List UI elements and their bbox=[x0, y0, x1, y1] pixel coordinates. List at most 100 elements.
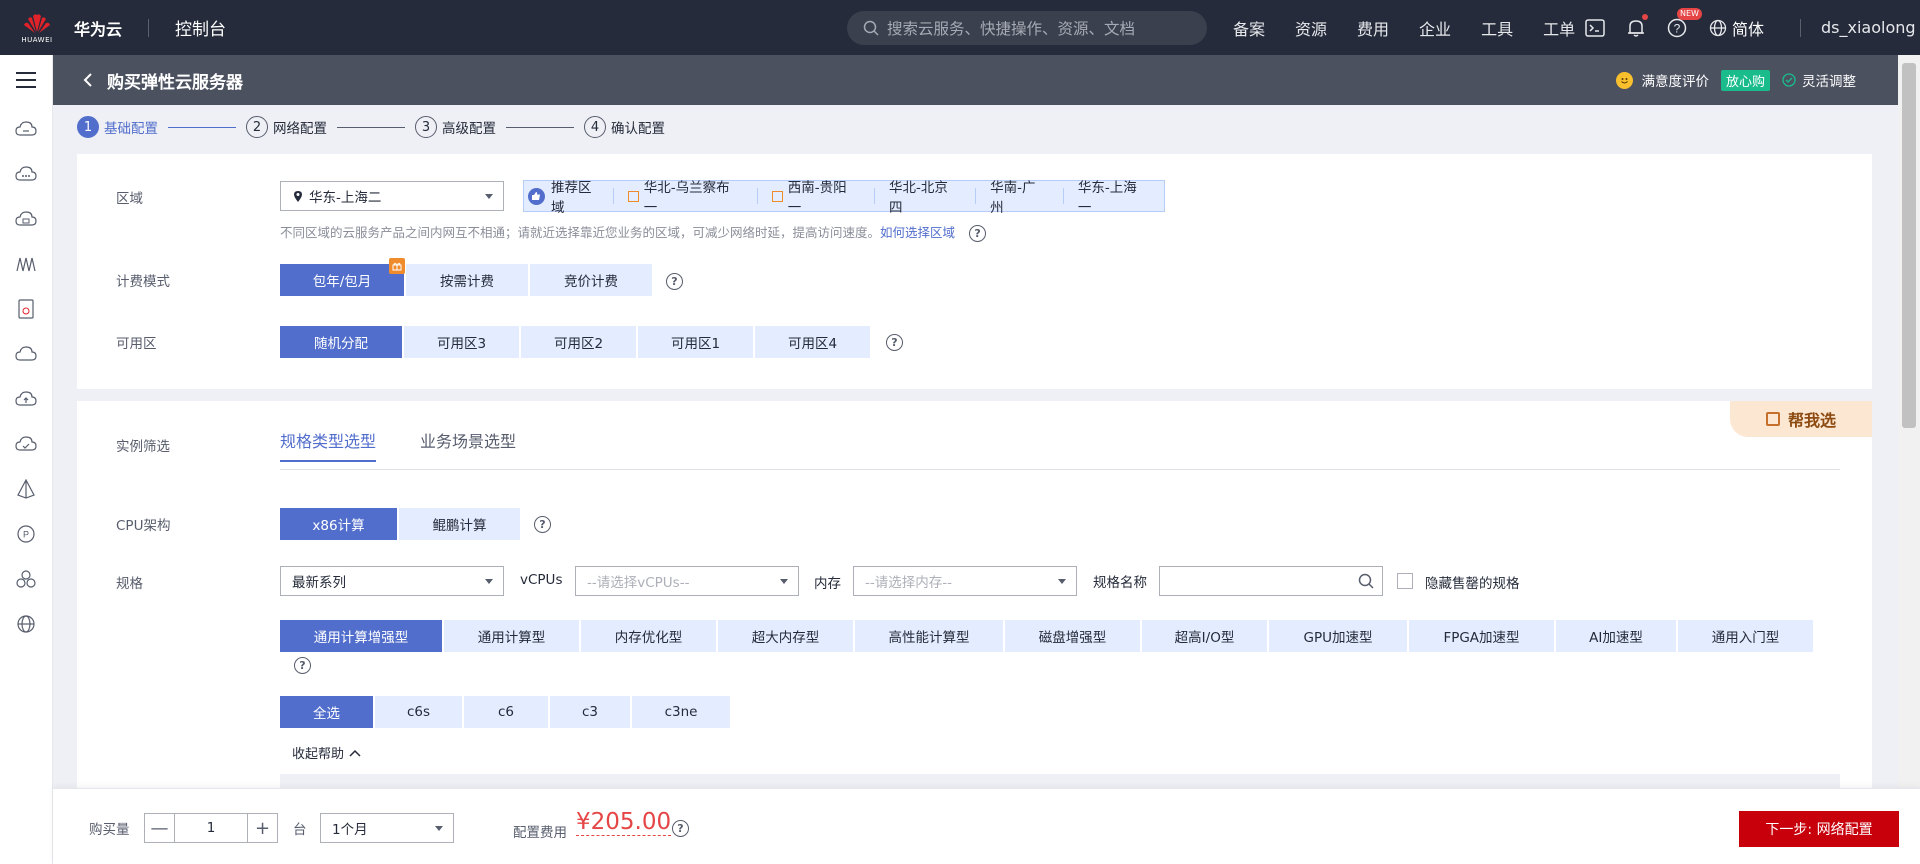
rec-region-shanghai1[interactable]: 华东-上海一 bbox=[1062, 180, 1164, 216]
cloud-shell-icon[interactable] bbox=[1585, 18, 1605, 37]
nav-item-beian[interactable]: 备案 bbox=[1233, 16, 1265, 40]
chevron-down-icon bbox=[435, 826, 443, 831]
user-account-menu[interactable]: ds_xiaolong bbox=[1821, 18, 1916, 37]
spec-name-input[interactable] bbox=[1159, 566, 1383, 596]
type-ultra-io[interactable]: 超高I/O型 bbox=[1142, 620, 1267, 652]
how-to-choose-region-link[interactable]: 如何选择区域 bbox=[880, 225, 955, 240]
rec-region-wulanchabu[interactable]: 华北-乌兰察布一 bbox=[612, 180, 757, 216]
bridge-icon[interactable] bbox=[14, 252, 38, 276]
type-fpga[interactable]: FPGA加速型 bbox=[1409, 620, 1554, 652]
rec-region-beijing4[interactable]: 华北-北京四 bbox=[873, 180, 975, 216]
purchase-bar: 购买量 — 1 + 台 1个月 配置费用 ¥205.00 ? 下一步: 网络配置 bbox=[53, 788, 1920, 864]
network-globe-icon[interactable] bbox=[14, 612, 38, 636]
collapse-help-toggle[interactable]: 收起帮助 bbox=[292, 743, 361, 762]
location-pin-icon bbox=[294, 191, 302, 202]
pyramid-icon[interactable] bbox=[14, 477, 38, 501]
huawei-flower-icon bbox=[24, 13, 50, 33]
rec-region-guangzhou[interactable]: 华南-广州 bbox=[975, 180, 1063, 216]
flexible-adjust-link[interactable]: 灵活调整 bbox=[1802, 70, 1856, 90]
help-icon[interactable]: ? bbox=[672, 820, 689, 837]
increment-button[interactable]: + bbox=[248, 814, 277, 842]
nav-item-tickets[interactable]: 工单 bbox=[1543, 16, 1575, 40]
subtype-c3[interactable]: c3 bbox=[550, 696, 630, 728]
rec-region-guiyang[interactable]: 西南-贵阳一 bbox=[756, 180, 874, 216]
page-scrollbar[interactable] bbox=[1898, 55, 1920, 788]
billing-yearly-monthly[interactable]: 包年/包月 bbox=[280, 264, 404, 296]
hide-soldout-checkbox[interactable] bbox=[1397, 573, 1413, 589]
az-random[interactable]: 随机分配 bbox=[280, 326, 402, 358]
brand-name[interactable]: 华为云 bbox=[74, 16, 122, 40]
type-gpu[interactable]: GPU加速型 bbox=[1269, 620, 1407, 652]
az-zone1[interactable]: 可用区1 bbox=[638, 326, 753, 358]
global-search-input[interactable]: 搜索云服务、快捷操作、资源、文档 bbox=[847, 11, 1207, 45]
cluster-icon[interactable] bbox=[14, 567, 38, 591]
step-basic-config[interactable]: 1 基础配置 bbox=[77, 116, 158, 138]
type-general-enhanced[interactable]: 通用计算增强型 bbox=[280, 620, 442, 652]
type-entry[interactable]: 通用入门型 bbox=[1678, 620, 1813, 652]
step-advanced-config[interactable]: 3 高级配置 bbox=[415, 116, 496, 138]
billing-on-demand[interactable]: 按需计费 bbox=[406, 264, 528, 296]
menu-icon[interactable] bbox=[14, 68, 38, 92]
cpu-x86[interactable]: x86计算 bbox=[280, 508, 397, 540]
tab-spec-type[interactable]: 规格类型选型 bbox=[280, 428, 377, 462]
region-select[interactable]: 华东-上海二 bbox=[280, 181, 504, 211]
language-switcher[interactable]: 简体 bbox=[1709, 16, 1764, 40]
az-zone2[interactable]: 可用区2 bbox=[521, 326, 636, 358]
divider bbox=[148, 18, 150, 37]
duration-select[interactable]: 1个月 bbox=[320, 813, 454, 843]
huawei-logo[interactable]: HUAWEI bbox=[0, 0, 74, 55]
type-hpc[interactable]: 高性能计算型 bbox=[855, 620, 1003, 652]
spec-label: 规格 bbox=[116, 576, 143, 592]
step-network-config[interactable]: 2 网络配置 bbox=[246, 116, 327, 138]
chip-icon[interactable]: P bbox=[14, 522, 38, 546]
type-ai[interactable]: AI加速型 bbox=[1556, 620, 1676, 652]
cloud-upload-icon[interactable] bbox=[14, 387, 38, 411]
decrement-button[interactable]: — bbox=[145, 814, 174, 842]
help-me-choose-button[interactable]: 帮我选 bbox=[1730, 401, 1872, 437]
vcpus-select[interactable]: --请选择vCPUs-- bbox=[575, 566, 799, 596]
subtype-c3ne[interactable]: c3ne bbox=[632, 696, 730, 728]
help-icon[interactable]: ? bbox=[534, 516, 551, 533]
nav-item-resources[interactable]: 资源 bbox=[1295, 16, 1327, 40]
console-link[interactable]: 控制台 bbox=[175, 15, 226, 40]
cloud-check-icon[interactable] bbox=[14, 432, 38, 456]
cloud-refresh-icon[interactable] bbox=[14, 342, 38, 366]
help-center-icon[interactable]: ? NEW bbox=[1667, 7, 1702, 38]
subtype-c6[interactable]: c6 bbox=[464, 696, 548, 728]
region-hint: 不同区域的云服务产品之间内网互不相通；请就近选择靠近您业务的区域，可减少网络时延… bbox=[280, 222, 987, 242]
az-zone4[interactable]: 可用区4 bbox=[755, 326, 870, 358]
help-icon[interactable]: ? bbox=[886, 334, 903, 351]
document-icon[interactable] bbox=[14, 297, 38, 321]
scrollbar-thumb[interactable] bbox=[1902, 63, 1916, 428]
az-zone3[interactable]: 可用区3 bbox=[404, 326, 519, 358]
help-icon[interactable]: ? bbox=[969, 225, 987, 242]
cpu-kunpeng[interactable]: 鲲鹏计算 bbox=[399, 508, 520, 540]
billing-spot[interactable]: 竞价计费 bbox=[530, 264, 652, 296]
quantity-input[interactable]: 1 bbox=[174, 814, 248, 842]
step-confirm-config[interactable]: 4 确认配置 bbox=[584, 116, 665, 138]
type-general[interactable]: 通用计算型 bbox=[444, 620, 579, 652]
subtype-c6s[interactable]: c6s bbox=[375, 696, 462, 728]
search-icon[interactable] bbox=[1358, 573, 1374, 589]
satisfaction-link[interactable]: 满意度评价 bbox=[1641, 70, 1709, 90]
type-disk-intensive[interactable]: 磁盘增强型 bbox=[1005, 620, 1140, 652]
ecs-cloud-icon[interactable] bbox=[14, 117, 38, 141]
subtype-all[interactable]: 全选 bbox=[280, 696, 373, 728]
type-large-memory[interactable]: 超大内存型 bbox=[718, 620, 853, 652]
nav-item-tools[interactable]: 工具 bbox=[1481, 16, 1513, 40]
cloud-dots-icon[interactable] bbox=[14, 162, 38, 186]
memory-select[interactable]: --请选择内存-- bbox=[853, 566, 1077, 596]
price-value[interactable]: ¥205.00 bbox=[576, 809, 672, 836]
back-arrow-icon[interactable] bbox=[83, 73, 93, 87]
nav-item-enterprise[interactable]: 企业 bbox=[1419, 16, 1451, 40]
tab-business-scenario[interactable]: 业务场景选型 bbox=[420, 428, 516, 462]
next-network-config-button[interactable]: 下一步: 网络配置 bbox=[1739, 811, 1899, 847]
nav-item-billing[interactable]: 费用 bbox=[1357, 16, 1389, 40]
help-icon[interactable]: ? bbox=[666, 273, 683, 290]
series-select[interactable]: 最新系列 bbox=[280, 566, 504, 596]
cloud-storage-icon[interactable] bbox=[14, 207, 38, 231]
type-memory-optimized[interactable]: 内存优化型 bbox=[581, 620, 716, 652]
bell-icon[interactable] bbox=[1627, 13, 1648, 38]
assurance-badge[interactable]: 放心购 bbox=[1720, 69, 1770, 91]
help-icon[interactable]: ? bbox=[294, 657, 311, 674]
